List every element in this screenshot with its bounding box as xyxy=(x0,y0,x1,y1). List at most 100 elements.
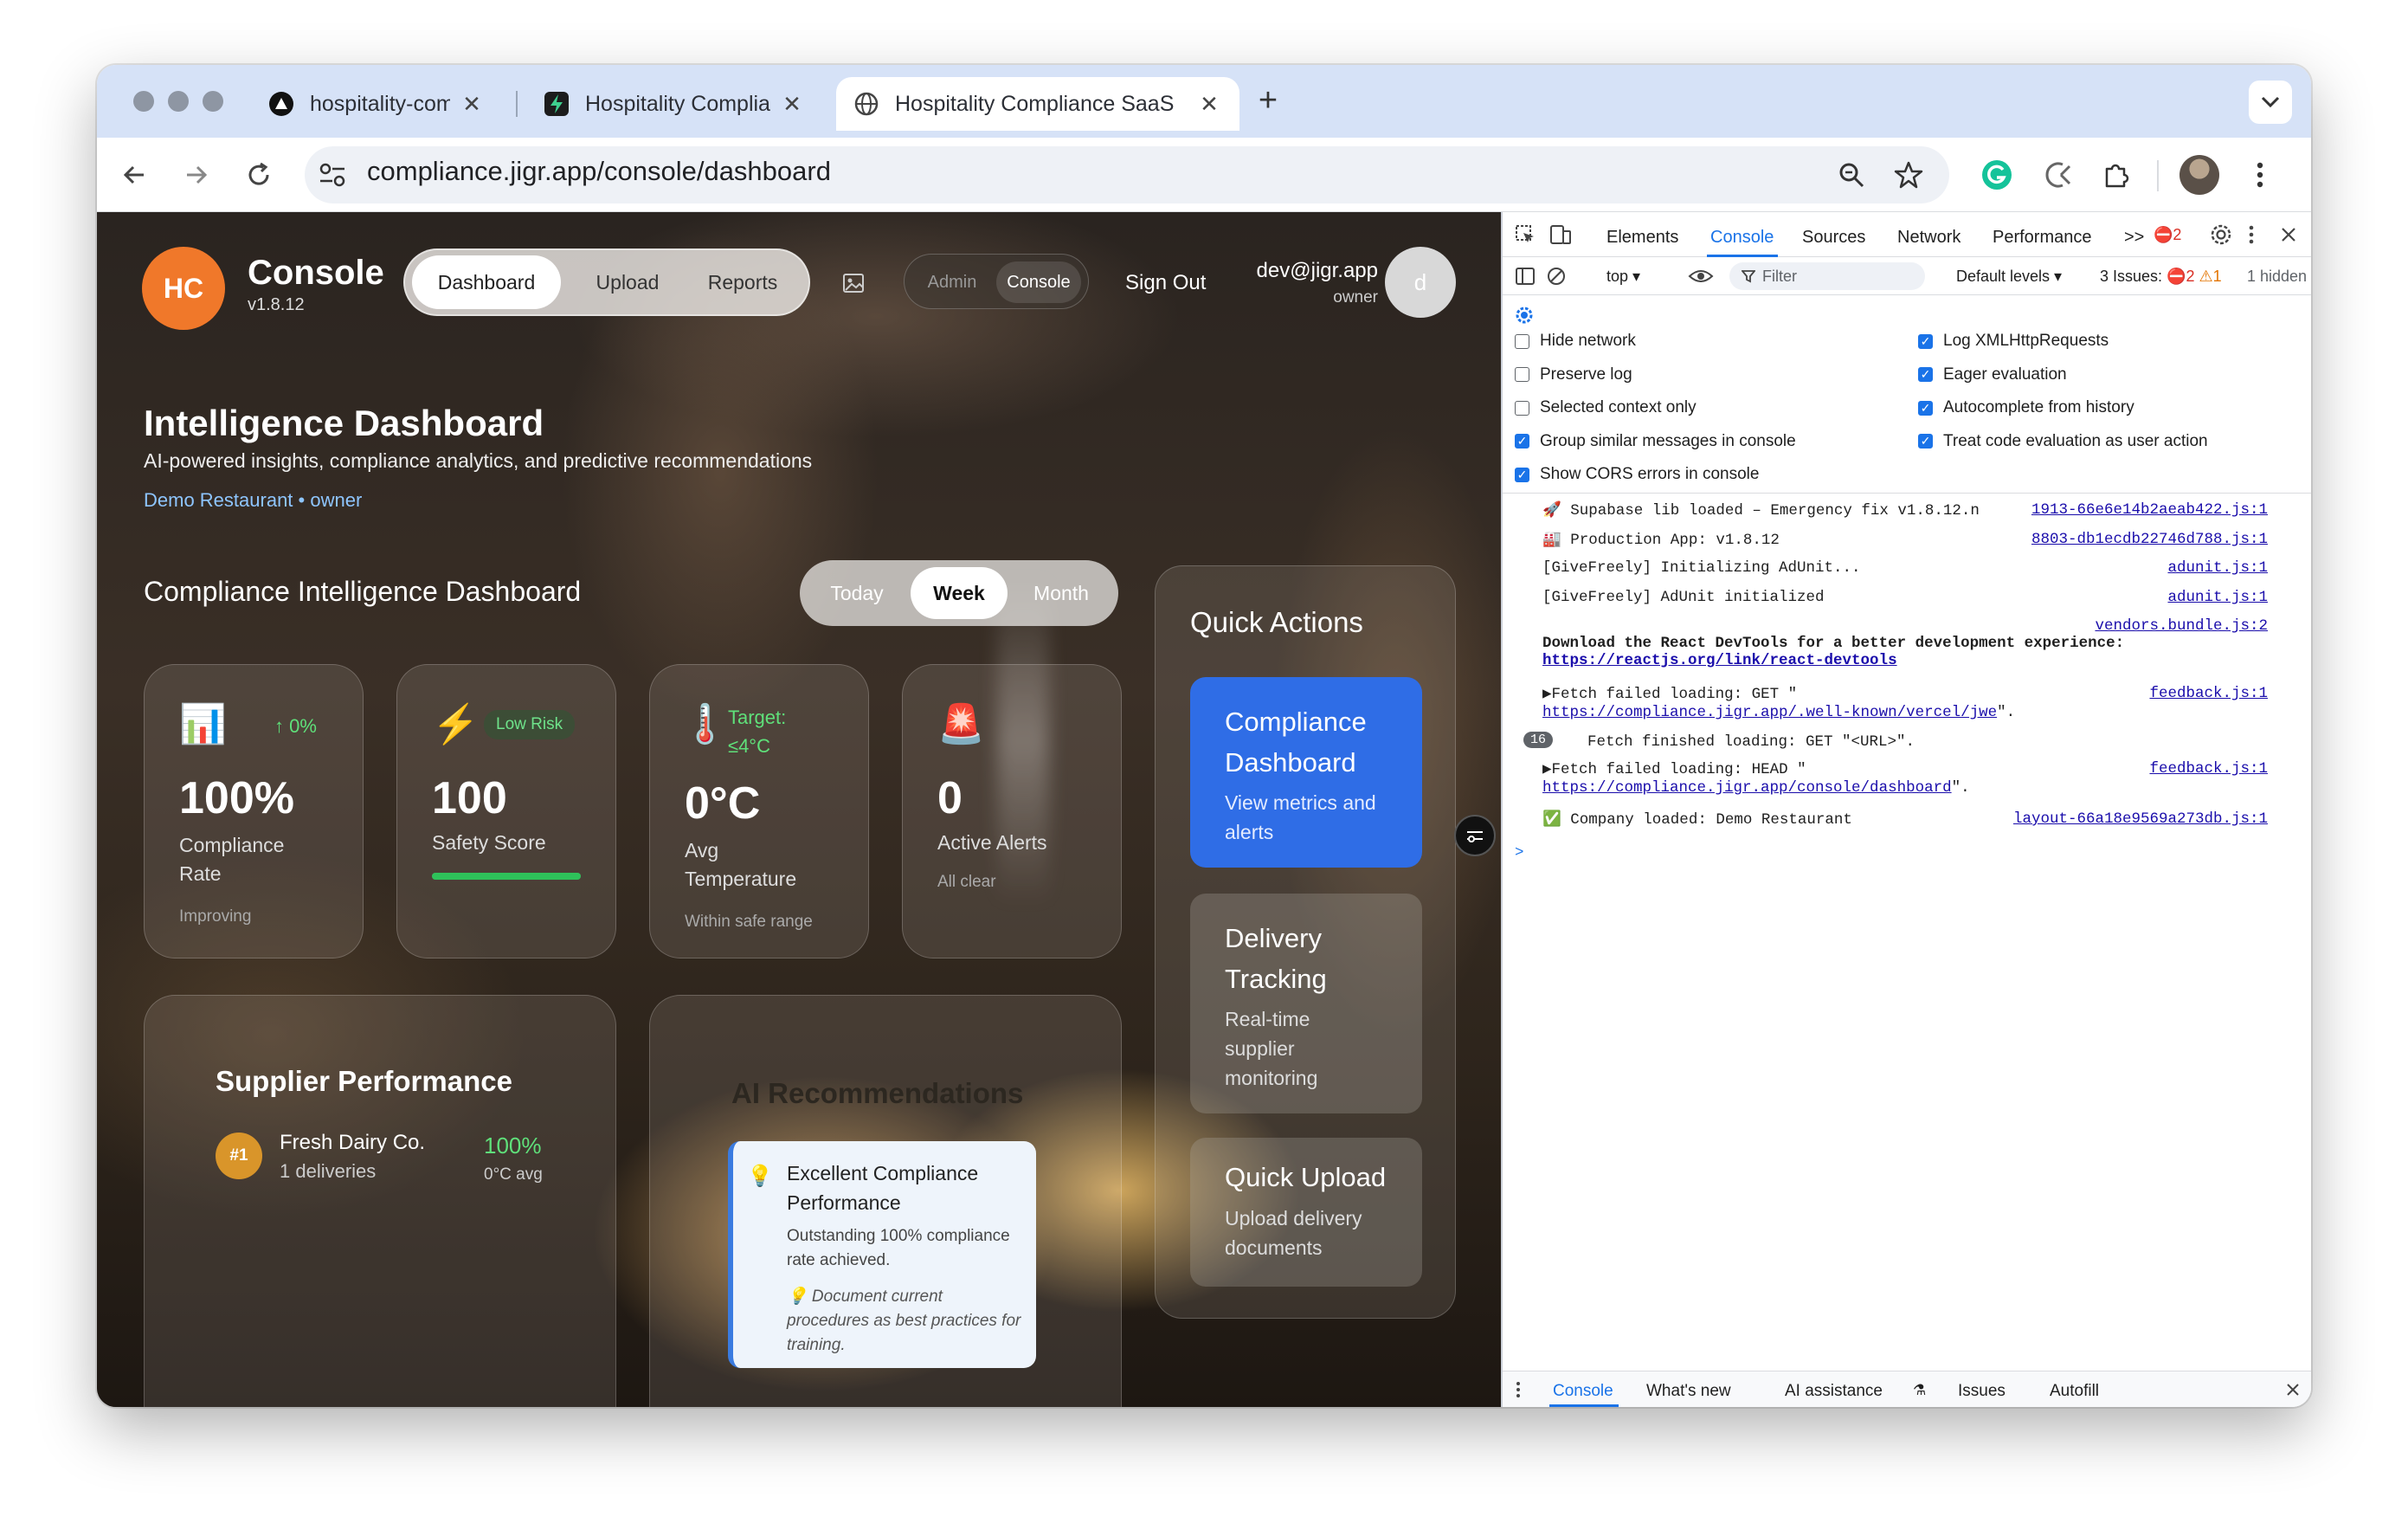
nav-dashboard[interactable]: Dashboard xyxy=(412,255,561,309)
checkbox-icon[interactable] xyxy=(1515,400,1529,416)
site-settings-button[interactable] xyxy=(315,158,350,197)
nav-upload[interactable]: Upload xyxy=(575,255,680,309)
setting-left-0[interactable]: Hide network xyxy=(1515,332,1636,351)
setting-left-3[interactable]: ✓ Group similar messages in console xyxy=(1515,432,1796,451)
back-button[interactable] xyxy=(114,155,154,195)
source-link[interactable]: feedback.js:1 xyxy=(2149,760,2268,778)
setting-left-2[interactable]: Selected context only xyxy=(1515,398,1697,417)
grammarly-extension-button[interactable] xyxy=(1977,155,2017,195)
quick-action-delivery-tracking[interactable]: Delivery Tracking Real-time supplier mon… xyxy=(1190,894,1422,1113)
close-tab-icon[interactable]: ✕ xyxy=(779,91,805,118)
source-link[interactable]: adunit.js:1 xyxy=(2167,589,2268,606)
checkbox-icon[interactable] xyxy=(1515,333,1529,349)
recommendation-item[interactable]: 💡 Excellent Compliance Performance Outst… xyxy=(728,1141,1036,1368)
clear-console-icon[interactable] xyxy=(1546,266,1567,287)
background-image-button[interactable] xyxy=(841,271,866,300)
drawer-tab-ai-assistance[interactable]: AI assistance xyxy=(1785,1382,1883,1401)
maximize-window-button[interactable] xyxy=(203,91,223,112)
eye-icon[interactable] xyxy=(1688,266,1714,287)
device-toolbar-icon[interactable] xyxy=(1548,224,1572,245)
source-link[interactable]: vendors.bundle.js:2 xyxy=(2095,617,2268,635)
console-settings-gear-icon[interactable] xyxy=(1515,306,1534,325)
minimize-window-button[interactable] xyxy=(168,91,189,112)
more-tabs-button[interactable]: >> xyxy=(2124,228,2144,248)
close-drawer-icon[interactable] xyxy=(2285,1382,2301,1397)
drawer-tab-autofill[interactable]: Autofill xyxy=(2050,1382,2099,1401)
message-link[interactable]: https://reactjs.org/link/react-devtools xyxy=(1542,652,1897,669)
period-week[interactable]: Week xyxy=(911,567,1008,619)
browser-tab-1[interactable]: hospitality-compliance – Dep ✕ xyxy=(251,77,502,131)
issues-button[interactable]: 3 Issues: ⛔2 ⚠1 xyxy=(2100,268,2222,286)
browser-tab-2[interactable]: Hospitality Compliance Apps ✕ xyxy=(526,77,822,131)
devtools-tab-sources[interactable]: Sources xyxy=(1802,228,1865,248)
supplier-name[interactable]: Fresh Dairy Co. xyxy=(280,1131,425,1155)
company-name[interactable]: Demo Restaurant xyxy=(144,489,293,511)
forward-button[interactable] xyxy=(177,155,216,195)
tab-search-button[interactable] xyxy=(2249,81,2292,124)
user-avatar[interactable]: d xyxy=(1385,247,1456,318)
drawer-menu-icon[interactable] xyxy=(1515,1380,1522,1399)
close-window-button[interactable] xyxy=(133,91,154,112)
stat-card-temperature[interactable]: 🌡️ Target: ≤4°C 0°C Avg Temperature With… xyxy=(649,664,869,958)
context-selector[interactable]: top ▾ xyxy=(1606,268,1640,286)
source-link[interactable]: layout-66a18e9569a273db.js:1 xyxy=(2013,810,2268,828)
close-devtools-icon[interactable] xyxy=(2280,226,2297,243)
drawer-tab-whats-new[interactable]: What's new xyxy=(1646,1382,1731,1401)
checkbox-icon[interactable]: ✓ xyxy=(1918,333,1933,349)
source-link[interactable]: 8803-db1ecdb22746d788.js:1 xyxy=(2031,531,2268,548)
checkbox-icon[interactable]: ✓ xyxy=(1918,367,1933,382)
bookmark-button[interactable] xyxy=(1889,155,1928,195)
message-text[interactable]: ▶Fetch failed loading: HEAD " xyxy=(1542,760,1806,778)
log-levels-dropdown[interactable]: Default levels ▾ xyxy=(1956,268,2062,286)
sign-out-link[interactable]: Sign Out xyxy=(1125,271,1206,295)
period-month[interactable]: Month xyxy=(1013,567,1110,619)
close-tab-icon[interactable]: ✕ xyxy=(1196,91,1222,118)
settings-gear-icon[interactable] xyxy=(2209,223,2233,247)
source-link[interactable]: adunit.js:1 xyxy=(2167,559,2268,577)
console-prompt[interactable]: > xyxy=(1515,844,2311,862)
sidebar-toggle-icon[interactable] xyxy=(1515,266,1536,287)
checkbox-icon[interactable]: ✓ xyxy=(1515,467,1529,482)
setting-left-4[interactable]: ✓ Show CORS errors in console xyxy=(1515,465,1759,484)
quick-action-compliance-dashboard[interactable]: Compliance Dashboard View metrics and al… xyxy=(1190,677,1422,868)
zoom-button[interactable] xyxy=(1832,155,1871,195)
new-tab-button[interactable]: + xyxy=(1246,79,1290,122)
devtools-tab-network[interactable]: Network xyxy=(1897,228,1961,248)
nav-reports[interactable]: Reports xyxy=(682,255,803,309)
source-link[interactable]: feedback.js:1 xyxy=(2149,685,2268,702)
devtools-tab-performance[interactable]: Performance xyxy=(1993,228,2092,248)
checkbox-icon[interactable]: ✓ xyxy=(1918,400,1933,416)
stat-card-safety[interactable]: ⚡ Low Risk 100 Safety Score xyxy=(396,664,616,958)
mode-console[interactable]: Console xyxy=(996,261,1081,303)
setting-right-3[interactable]: ✓ Treat code evaluation as user action xyxy=(1918,432,2208,451)
profile-avatar[interactable] xyxy=(2179,155,2219,195)
setting-left-1[interactable]: Preserve log xyxy=(1515,365,1632,384)
reload-button[interactable] xyxy=(239,155,279,195)
close-tab-icon[interactable]: ✕ xyxy=(459,91,485,118)
message-link[interactable]: https://compliance.jigr.app/.well-known/… xyxy=(1542,704,1997,721)
checkbox-icon[interactable]: ✓ xyxy=(1918,434,1933,449)
message-text[interactable]: ▶Fetch failed loading: GET " xyxy=(1542,685,1797,703)
floating-toggle-button[interactable] xyxy=(1454,815,1496,856)
period-today[interactable]: Today xyxy=(808,567,905,619)
stat-card-compliance[interactable]: 📊 ↑ 0% 100% Compliance Rate Improving xyxy=(144,664,364,958)
filter-input[interactable] xyxy=(1729,262,1925,290)
drawer-tab-issues[interactable]: Issues xyxy=(1958,1382,2006,1401)
extensions-menu-button[interactable] xyxy=(2096,155,2136,195)
devtools-tab-console[interactable]: Console xyxy=(1710,228,1774,248)
error-count-badge[interactable]: ⛔2 xyxy=(2154,226,2181,244)
setting-right-2[interactable]: ✓ Autocomplete from history xyxy=(1918,398,2134,417)
source-link[interactable]: 1913-66e6e14b2aeab422.js:1 xyxy=(2031,501,2268,519)
stat-card-alerts[interactable]: 🚨 0 Active Alerts All clear xyxy=(902,664,1122,958)
mode-admin[interactable]: Admin xyxy=(913,261,991,303)
extension-button[interactable] xyxy=(2038,155,2077,195)
devtools-menu-icon[interactable] xyxy=(2247,224,2256,245)
setting-right-0[interactable]: ✓ Log XMLHttpRequests xyxy=(1918,332,2109,351)
browser-tab-3-active[interactable]: Hospitality Compliance SaaS ✕ xyxy=(836,77,1239,131)
setting-right-1[interactable]: ✓ Eager evaluation xyxy=(1918,365,2067,384)
inspect-element-icon[interactable] xyxy=(1515,224,1536,245)
message-link[interactable]: https://compliance.jigr.app/console/dash… xyxy=(1542,779,1952,797)
browser-menu-button[interactable] xyxy=(2240,155,2280,195)
quick-action-quick-upload[interactable]: Quick Upload Upload delivery documents xyxy=(1190,1138,1422,1287)
checkbox-icon[interactable] xyxy=(1515,367,1529,382)
